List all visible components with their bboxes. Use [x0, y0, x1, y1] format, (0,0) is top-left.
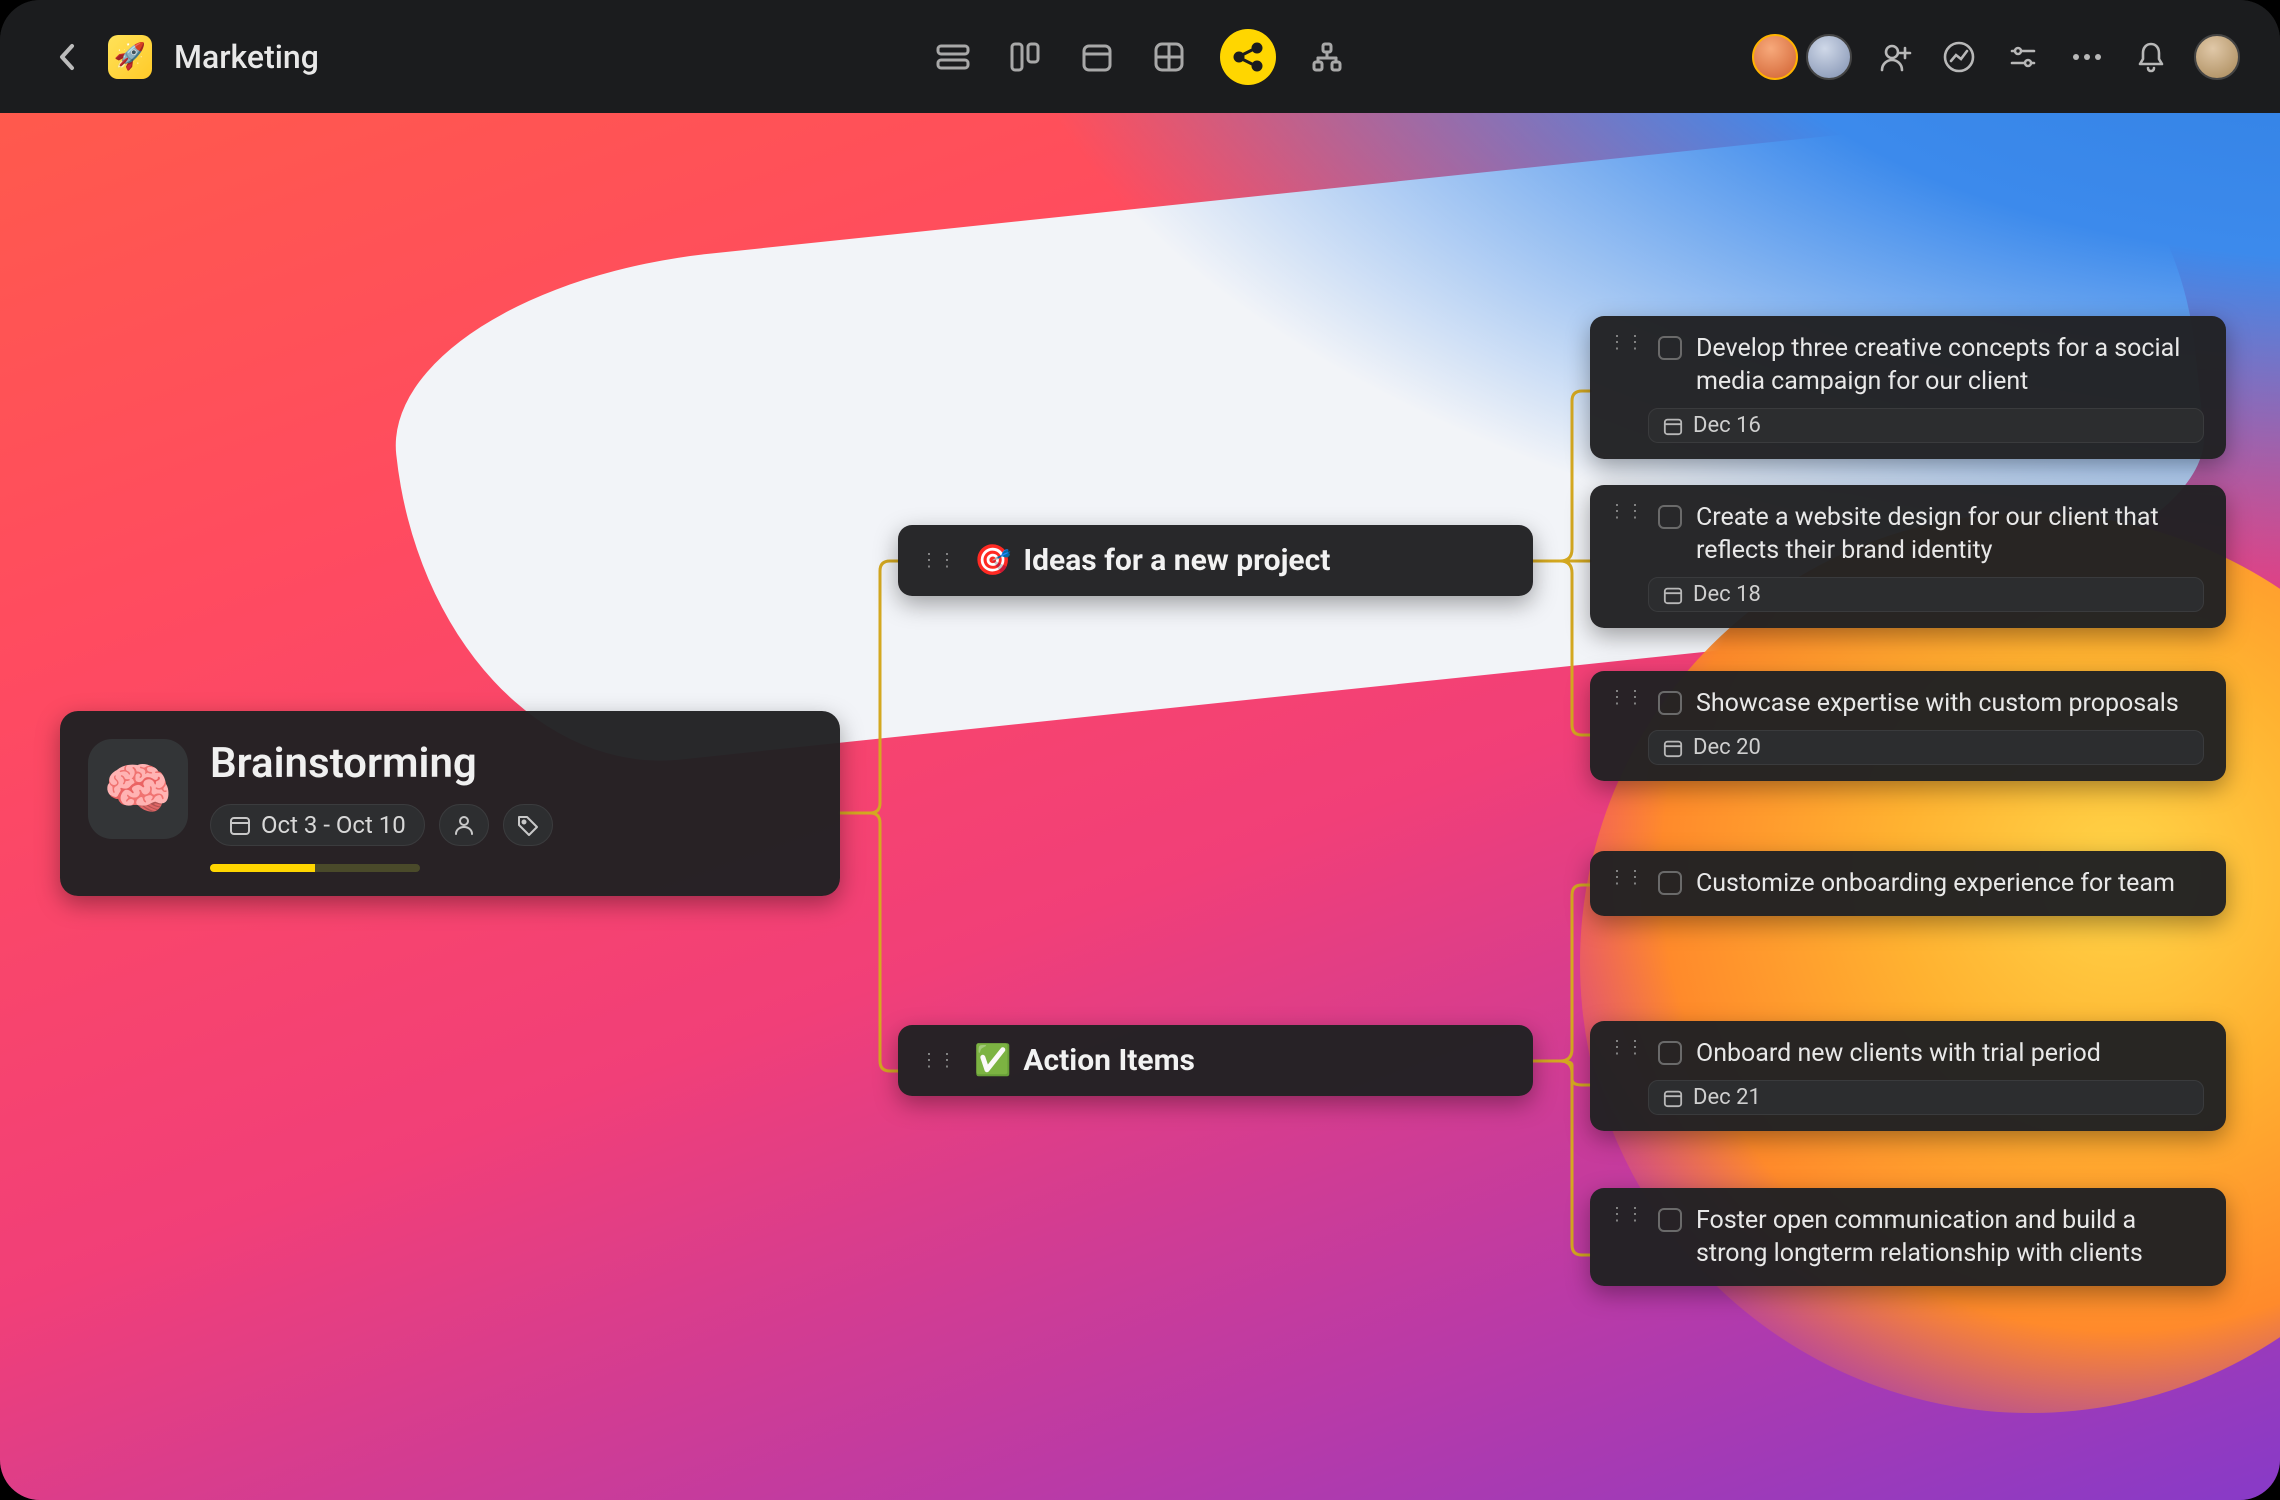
drag-handle-icon[interactable]: ⋮⋮ [1608, 501, 1644, 522]
calendar-view-icon [1081, 41, 1113, 73]
view-calendar-button[interactable] [1076, 36, 1118, 78]
task-date: Dec 18 [1693, 582, 1761, 607]
check-icon: ✅ [974, 1043, 1011, 1078]
settings-button[interactable] [2002, 36, 2044, 78]
person-plus-icon [1878, 40, 1912, 74]
back-button[interactable] [50, 39, 86, 75]
view-list-button[interactable] [932, 36, 974, 78]
org-view-icon [1311, 41, 1343, 73]
brain-icon: 🧠 [103, 756, 173, 822]
branch-title: ✅ Action Items [974, 1043, 1195, 1078]
avatar-current-user[interactable] [2194, 34, 2240, 80]
view-board-button[interactable] [1004, 36, 1046, 78]
sliders-icon [2007, 41, 2039, 73]
branch-ideas-node[interactable]: ⋮⋮ 🎯 Ideas for a new project [898, 525, 1533, 596]
root-body: Brainstorming Oct 3 - Oct 10 [210, 739, 553, 872]
assignee-chip[interactable] [439, 804, 489, 846]
task-date: Dec 16 [1693, 413, 1761, 438]
app-frame: 🚀 Marketing [0, 0, 2280, 1500]
branch-actions-label: Action Items [1023, 1043, 1195, 1078]
branch-title: 🎯 Ideas for a new project [974, 543, 1330, 578]
calendar-icon [1663, 738, 1683, 758]
task-date-chip[interactable]: Dec 16 [1648, 408, 2204, 443]
notifications-button[interactable] [2130, 36, 2172, 78]
task-checkbox[interactable] [1658, 1041, 1682, 1065]
board-view-icon [1009, 41, 1041, 73]
tag-chip[interactable] [503, 804, 553, 846]
task-node[interactable]: ⋮⋮ Develop three creative concepts for a… [1590, 316, 2226, 459]
task-checkbox[interactable] [1658, 505, 1682, 529]
task-text: Develop three creative concepts for a so… [1696, 332, 2204, 398]
mindmap-view-icon [1231, 40, 1265, 74]
drag-handle-icon[interactable]: ⋮⋮ [1608, 332, 1644, 353]
drag-handle-icon[interactable]: ⋮⋮ [1608, 867, 1644, 888]
calendar-icon [1663, 1088, 1683, 1108]
more-button[interactable] [2066, 36, 2108, 78]
branch-ideas-label: Ideas for a new project [1023, 543, 1330, 578]
task-date: Dec 21 [1693, 1085, 1761, 1110]
mindmap-canvas[interactable]: 🧠 Brainstorming Oct 3 - Oct 10 [0, 113, 2280, 1500]
tag-icon [516, 813, 540, 837]
list-view-icon [936, 43, 970, 71]
calendar-icon [1663, 585, 1683, 605]
date-range-text: Oct 3 - Oct 10 [261, 811, 406, 839]
person-icon [452, 813, 476, 837]
task-checkbox[interactable] [1658, 336, 1682, 360]
task-checkbox[interactable] [1658, 691, 1682, 715]
task-node[interactable]: ⋮⋮ Showcase expertise with custom propos… [1590, 671, 2226, 781]
progress-bar [210, 864, 420, 872]
task-date: Dec 20 [1693, 735, 1761, 760]
task-node[interactable]: ⋮⋮ Customize onboarding experience for t… [1590, 851, 2226, 916]
root-title: Brainstorming [210, 739, 553, 788]
add-member-button[interactable] [1874, 36, 1916, 78]
task-text: Customize onboarding experience for team [1696, 867, 2175, 900]
task-text: Showcase expertise with custom proposals [1696, 687, 2179, 720]
workspace-icon[interactable]: 🚀 [108, 35, 152, 79]
view-table-button[interactable] [1148, 36, 1190, 78]
view-switcher [932, 29, 1348, 85]
view-org-button[interactable] [1306, 36, 1348, 78]
rocket-icon: 🚀 [114, 42, 146, 72]
bell-icon [2136, 40, 2166, 74]
header-right [1752, 34, 2240, 80]
task-text: Onboard new clients with trial period [1696, 1037, 2101, 1070]
view-mindmap-button[interactable] [1220, 29, 1276, 85]
task-checkbox[interactable] [1658, 1208, 1682, 1232]
task-text: Create a website design for our client t… [1696, 501, 2204, 567]
analytics-button[interactable] [1938, 36, 1980, 78]
calendar-icon [1663, 416, 1683, 436]
chart-icon [1942, 40, 1976, 74]
drag-handle-icon[interactable]: ⋮⋮ [1608, 1037, 1644, 1058]
top-header: 🚀 Marketing [0, 0, 2280, 113]
drag-handle-icon[interactable]: ⋮⋮ [1608, 1204, 1644, 1225]
page-title: Marketing [174, 38, 319, 76]
date-range-chip[interactable]: Oct 3 - Oct 10 [210, 804, 425, 846]
task-node[interactable]: ⋮⋮ Foster open communication and build a… [1590, 1188, 2226, 1286]
drag-handle-icon[interactable]: ⋮⋮ [1608, 687, 1644, 708]
header-left: 🚀 Marketing [50, 35, 319, 79]
task-date-chip[interactable]: Dec 21 [1648, 1080, 2204, 1115]
progress-fill [210, 864, 315, 872]
branch-actions-node[interactable]: ⋮⋮ ✅ Action Items [898, 1025, 1533, 1096]
drag-handle-icon[interactable]: ⋮⋮ [920, 1050, 956, 1071]
task-checkbox[interactable] [1658, 871, 1682, 895]
task-node[interactable]: ⋮⋮ Create a website design for our clien… [1590, 485, 2226, 628]
avatar-user-1[interactable] [1752, 34, 1798, 80]
target-icon: 🎯 [974, 543, 1011, 578]
calendar-icon [229, 814, 251, 836]
avatar-user-2[interactable] [1806, 34, 1852, 80]
chevron-left-icon [58, 42, 78, 72]
root-node[interactable]: 🧠 Brainstorming Oct 3 - Oct 10 [60, 711, 840, 896]
task-date-chip[interactable]: Dec 20 [1648, 730, 2204, 765]
dots-icon [2071, 53, 2103, 61]
root-chips: Oct 3 - Oct 10 [210, 804, 553, 846]
task-node[interactable]: ⋮⋮ Onboard new clients with trial period… [1590, 1021, 2226, 1131]
task-text: Foster open communication and build a st… [1696, 1204, 2204, 1270]
root-emoji: 🧠 [88, 739, 188, 839]
table-view-icon [1153, 41, 1185, 73]
drag-handle-icon[interactable]: ⋮⋮ [920, 550, 956, 571]
task-date-chip[interactable]: Dec 18 [1648, 577, 2204, 612]
